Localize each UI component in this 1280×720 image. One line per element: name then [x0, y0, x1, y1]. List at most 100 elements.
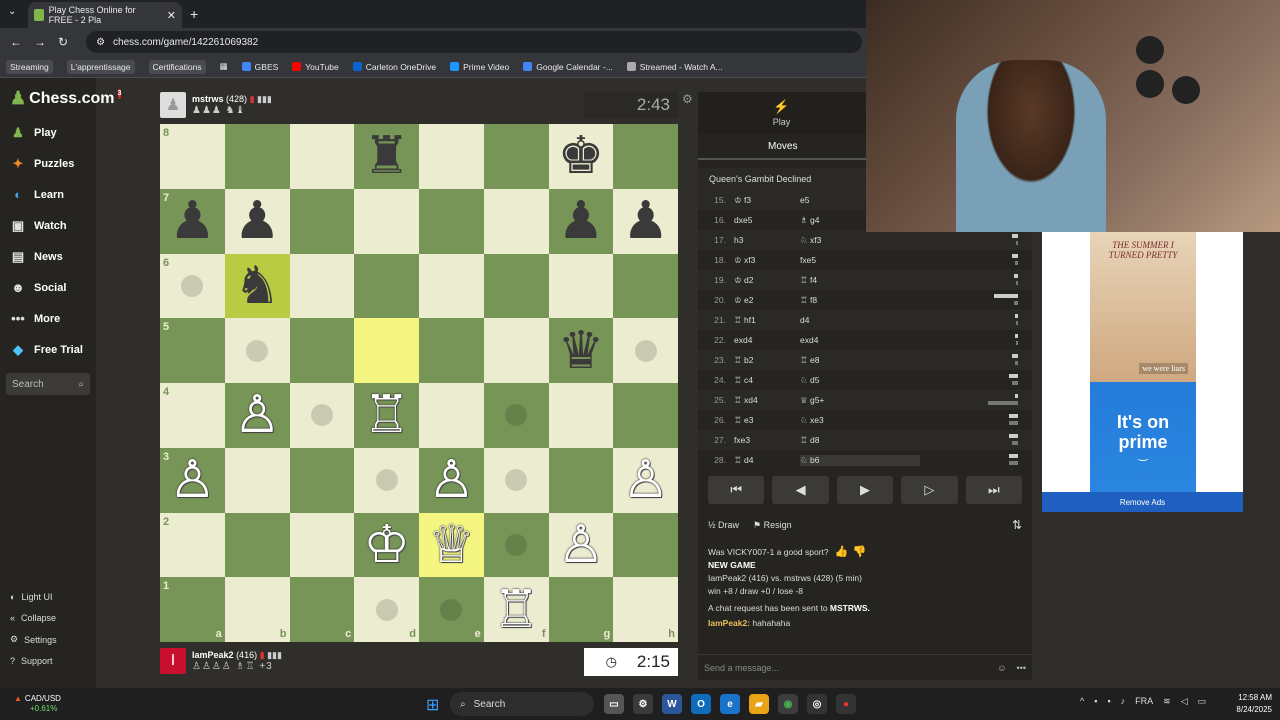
square-h3[interactable]: ♙: [613, 447, 678, 513]
bookmark-item[interactable]: Carleton OneDrive: [352, 62, 436, 72]
mic-icon[interactable]: ♪: [1121, 696, 1126, 707]
square-f2[interactable]: [483, 512, 549, 578]
bookmark-item[interactable]: YouTube: [292, 62, 339, 72]
sidebar-item-social[interactable]: ☻ Social: [0, 272, 96, 303]
move-black[interactable]: ♖ d8: [800, 435, 920, 446]
move-black[interactable]: ♖ f4: [800, 275, 920, 286]
move-white[interactable]: dxe5: [734, 215, 800, 225]
back-icon[interactable]: ←: [10, 35, 22, 49]
move-black[interactable]: fxe5: [800, 255, 920, 265]
moves-tab[interactable]: Moves: [698, 134, 866, 160]
square-c1[interactable]: c: [289, 577, 355, 642]
move-hint-dot[interactable]: [634, 339, 657, 362]
move-white[interactable]: ♖ hf1: [734, 315, 800, 326]
tab-menu-icon[interactable]: ⌄: [8, 6, 16, 17]
square-d7[interactable]: [354, 188, 419, 254]
square-a5[interactable]: 5: [160, 318, 225, 383]
battery-icon[interactable]: ▭: [1198, 696, 1207, 707]
move-black[interactable]: ♖ f8: [800, 295, 920, 306]
browser-tab[interactable]: Play Chess Online for FREE - 2 Pla ✕: [28, 2, 182, 28]
square-d3[interactable]: [354, 447, 419, 513]
square-a6[interactable]: 6: [160, 253, 225, 319]
move-hint-dot[interactable]: [375, 598, 398, 621]
move-white[interactable]: ♔ f3: [734, 195, 800, 206]
piece-e3[interactable]: ♙: [428, 454, 475, 506]
piece-a3[interactable]: ♙: [169, 454, 216, 506]
square-f7[interactable]: [483, 188, 549, 254]
square-h1[interactable]: h: [613, 577, 678, 642]
more-icon[interactable]: •••: [1017, 663, 1026, 673]
square-a7[interactable]: 7 ♟: [160, 188, 225, 254]
edge-app-icon[interactable]: e: [720, 694, 740, 714]
square-h2[interactable]: [613, 512, 678, 578]
square-b8[interactable]: [224, 124, 290, 189]
square-e1[interactable]: e: [419, 577, 484, 642]
top-player-name[interactable]: mstrws: [192, 94, 224, 104]
piece-d2[interactable]: ♔: [363, 519, 410, 571]
square-g3[interactable]: [548, 447, 614, 513]
emoji-icon[interactable]: ☺: [997, 663, 1006, 673]
square-a3[interactable]: 3 ♙: [160, 447, 225, 513]
bookmark-item[interactable]: L'apprentissage: [66, 59, 135, 74]
sidebar-bottom-light-ui[interactable]: ◐ Light UI: [0, 586, 96, 608]
move-black[interactable]: exd4: [800, 335, 920, 345]
piece-e2[interactable]: ♕: [428, 519, 475, 571]
move-black[interactable]: ♘ xe3: [800, 415, 920, 426]
recording-app-icon[interactable]: ●: [836, 694, 856, 714]
draw-button[interactable]: ½ Draw: [708, 520, 739, 530]
chess-logo[interactable]: ♟ Chess.com 3: [0, 78, 122, 109]
square-g7[interactable]: ♟: [548, 188, 614, 254]
last-move-button[interactable]: ⏭: [965, 476, 1023, 504]
next-move-button[interactable]: ▷: [901, 476, 958, 504]
square-c5[interactable]: [289, 318, 355, 383]
move-black[interactable]: ♘ xf3: [800, 235, 920, 246]
move-hint-dot[interactable]: [246, 339, 269, 362]
square-g5[interactable]: ♛: [548, 318, 614, 383]
square-c3[interactable]: [289, 447, 355, 513]
chess-board[interactable]: 8 ♜ ♚ 7 ♟ ♟ ♟ ♟ 6 ♞ 5 ♛ 4 ♙ ♖ 3 ♙ ♙ ♙ 2 ♔ ♕ ♙ 1 a b c d e f ♖ g h: [160, 124, 678, 642]
move-white[interactable]: ♔ e2: [734, 295, 800, 306]
piece-d8[interactable]: ♜: [363, 130, 410, 182]
sidebar-item-puzzles[interactable]: ✦ Puzzles: [0, 148, 96, 179]
bookmark-item[interactable]: Streaming: [6, 59, 53, 74]
square-d5[interactable]: [354, 318, 419, 383]
flip-board-icon[interactable]: ⇅: [1012, 518, 1022, 532]
thumbs-down-icon[interactable]: 👎: [853, 546, 867, 558]
chat-input[interactable]: Send a message... ☺ •••: [698, 654, 1032, 680]
tray-lang[interactable]: FRA: [1135, 696, 1153, 707]
square-f5[interactable]: [483, 318, 549, 383]
square-e7[interactable]: [419, 188, 484, 254]
square-f4[interactable]: [483, 383, 549, 448]
square-d8[interactable]: ♜: [354, 124, 419, 189]
square-g6[interactable]: [548, 253, 614, 319]
bottom-player-name[interactable]: IamPeak2: [192, 650, 234, 660]
square-b3[interactable]: [224, 447, 290, 513]
sidebar-item-news[interactable]: ▤ News: [0, 241, 96, 272]
move-white[interactable]: ♖ b2: [734, 355, 800, 366]
square-h5[interactable]: [613, 318, 678, 383]
bookmark-item[interactable]: Prime Video: [450, 62, 509, 72]
file-explorer-icon[interactable]: ▰: [749, 694, 769, 714]
sidebar-search[interactable]: Search ⌕: [6, 373, 90, 395]
sidebar-item-learn[interactable]: ◐ Learn: [0, 179, 96, 210]
move-white[interactable]: ♖ e3: [734, 415, 800, 426]
tab-play[interactable]: ⚡ Play: [698, 92, 865, 134]
sidebar-bottom-collapse[interactable]: « Collapse: [0, 608, 96, 630]
square-a1[interactable]: 1a: [160, 577, 225, 642]
move-white[interactable]: ♖ c4: [734, 375, 800, 386]
bookmark-item[interactable]: Certifications: [148, 59, 206, 74]
square-b4[interactable]: ♙: [224, 383, 290, 448]
bookmark-item[interactable]: Google Calendar -...: [523, 62, 613, 72]
tray-app-icon[interactable]: ▪: [1107, 696, 1110, 707]
square-c7[interactable]: [289, 188, 355, 254]
square-b5[interactable]: [224, 318, 290, 383]
chrome-app-icon[interactable]: ◉: [778, 694, 798, 714]
move-black[interactable]: ♕ g5+: [800, 395, 920, 406]
move-hint-dot[interactable]: [310, 404, 333, 427]
prev-move-button[interactable]: ◀: [772, 476, 829, 504]
square-f1[interactable]: f ♖: [483, 577, 549, 642]
square-e6[interactable]: [419, 253, 484, 319]
taskbar-clock[interactable]: 12:58 AM 8/24/2025: [1222, 692, 1272, 716]
sidebar-item-more[interactable]: ••• More: [0, 303, 96, 334]
square-h6[interactable]: [613, 253, 678, 319]
